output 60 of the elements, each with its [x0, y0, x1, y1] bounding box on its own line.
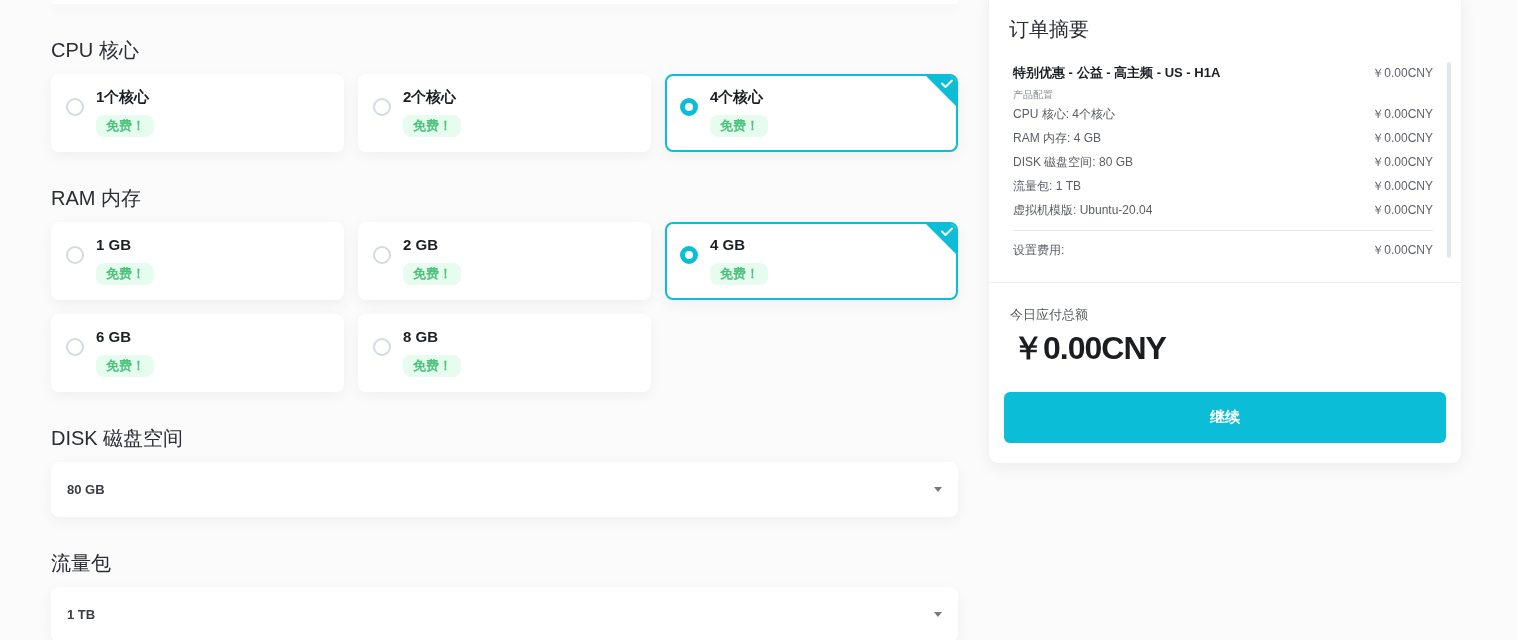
option-card[interactable]: 2个核心 免费！ — [358, 74, 651, 152]
option-card[interactable]: 2 GB 免费！ — [358, 222, 651, 300]
price-text: ￥0.00CNY — [1372, 241, 1433, 259]
radio-icon — [373, 338, 391, 356]
radio-selected-icon — [680, 246, 698, 264]
option-card[interactable]: 1个核心 免费！ — [51, 74, 344, 152]
option-label: 4 GB — [710, 235, 745, 255]
price-text: ￥0.00CNY — [1372, 64, 1433, 82]
corner-check-icon — [926, 76, 956, 106]
total-amount: ￥0.00CNY — [1011, 329, 1166, 368]
section-title: DISK 磁盘空间 — [51, 426, 185, 450]
product-name: 特别优惠 - 公益 - 高主频 - US - H1A — [1013, 64, 1221, 82]
config-item-label: CPU 核心: 4个核心 — [1013, 105, 1115, 123]
radio-selected-icon — [680, 98, 698, 116]
price-text: ￥0.00CNY — [1372, 177, 1433, 195]
option-card[interactable]: 4个核心 免费！ — [665, 74, 958, 152]
radio-icon — [66, 98, 84, 116]
caret-icon — [934, 612, 942, 617]
dropdown-field[interactable]: 1 TB — [51, 587, 958, 640]
config-item-label: DISK 磁盘空间: 80 GB — [1013, 153, 1134, 171]
config-item-label: 虚拟机模版: Ubuntu-20.04 — [1013, 201, 1153, 219]
setup-fee-label: 设置费用: — [1013, 241, 1065, 259]
option-label: 1 GB — [96, 235, 131, 255]
free-badge: 免费！ — [403, 115, 461, 137]
config-label: 产品配置 — [1013, 88, 1054, 102]
section-title: RAM 内存 — [51, 186, 142, 210]
option-label: 1个核心 — [96, 87, 150, 107]
panel-title: 订单摘要 — [1008, 17, 1090, 41]
config-item-label: RAM 内存: 4 GB — [1013, 129, 1101, 147]
option-label: 2 GB — [403, 235, 438, 255]
total-label: 今日应付总额 — [1009, 306, 1088, 324]
section-title: 流量包 — [51, 551, 112, 575]
option-label: 8 GB — [403, 327, 438, 347]
free-badge: 免费！ — [710, 115, 768, 137]
free-badge: 免费！ — [96, 355, 154, 377]
option-card[interactable]: 6 GB 免费！ — [51, 314, 344, 392]
section-title: CPU 核心 — [51, 38, 140, 62]
option-card[interactable]: 1 GB 免费！ — [51, 222, 344, 300]
price-text: ￥0.00CNY — [1372, 105, 1433, 123]
option-label: 4个核心 — [710, 87, 764, 107]
option-label: 2个核心 — [403, 87, 457, 107]
free-badge: 免费！ — [96, 115, 154, 137]
dropdown-field[interactable]: 80 GB — [51, 462, 958, 517]
radio-icon — [66, 338, 84, 356]
option-card[interactable]: 4 GB 免费！ — [665, 222, 958, 300]
free-badge: 免费！ — [96, 263, 154, 285]
radio-icon — [66, 246, 84, 264]
free-badge: 免费！ — [403, 355, 461, 377]
corner-check-icon — [926, 224, 956, 254]
radio-icon — [373, 246, 391, 264]
free-badge: 免费！ — [403, 263, 461, 285]
free-badge: 免费！ — [710, 263, 768, 285]
config-item-label: 流量包: 1 TB — [1013, 177, 1081, 195]
price-text: ￥0.00CNY — [1372, 129, 1433, 147]
option-label: 6 GB — [96, 327, 131, 347]
radio-icon — [373, 98, 391, 116]
price-text: ￥0.00CNY — [1372, 153, 1433, 171]
option-card[interactable]: 8 GB 免费！ — [358, 314, 651, 392]
price-text: ￥0.00CNY — [1372, 201, 1433, 219]
caret-icon — [934, 487, 942, 492]
